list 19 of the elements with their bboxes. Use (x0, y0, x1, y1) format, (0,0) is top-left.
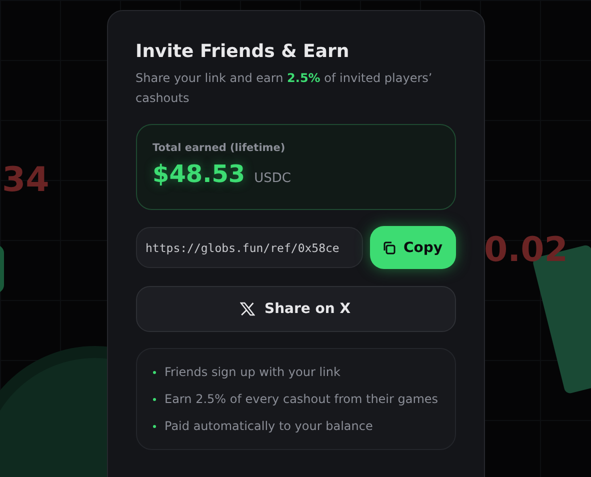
step-text: Paid automatically to your balance (164, 418, 373, 435)
bullet-icon (152, 424, 156, 428)
earnings-label: Total earned (lifetime) (152, 142, 286, 154)
referral-link-field[interactable]: https://globs.fun/ref/0x58ce (136, 227, 362, 268)
copy-icon (382, 240, 396, 254)
card-subtitle: Share your link and earn 2.5% of invited players’ cashouts (136, 70, 434, 107)
x-logo-icon (240, 302, 256, 316)
earnings-amount: $48.53 (152, 160, 246, 188)
step-text: Friends sign up with your link (164, 364, 340, 381)
currency-label: USDC (254, 171, 291, 186)
bullet-icon (152, 398, 156, 400)
step-text: Earn 2.5% of every cashout from their games (164, 391, 438, 408)
blob-drawing (0, 245, 4, 293)
share-button[interactable]: Share on X (136, 286, 456, 332)
score-number: 34 (2, 160, 50, 200)
copy-button[interactable]: Copy (370, 226, 456, 269)
card-title: Invite Friends & Earn (136, 41, 350, 62)
bullet-icon (152, 370, 156, 374)
score-number: 0.02 (484, 230, 568, 270)
